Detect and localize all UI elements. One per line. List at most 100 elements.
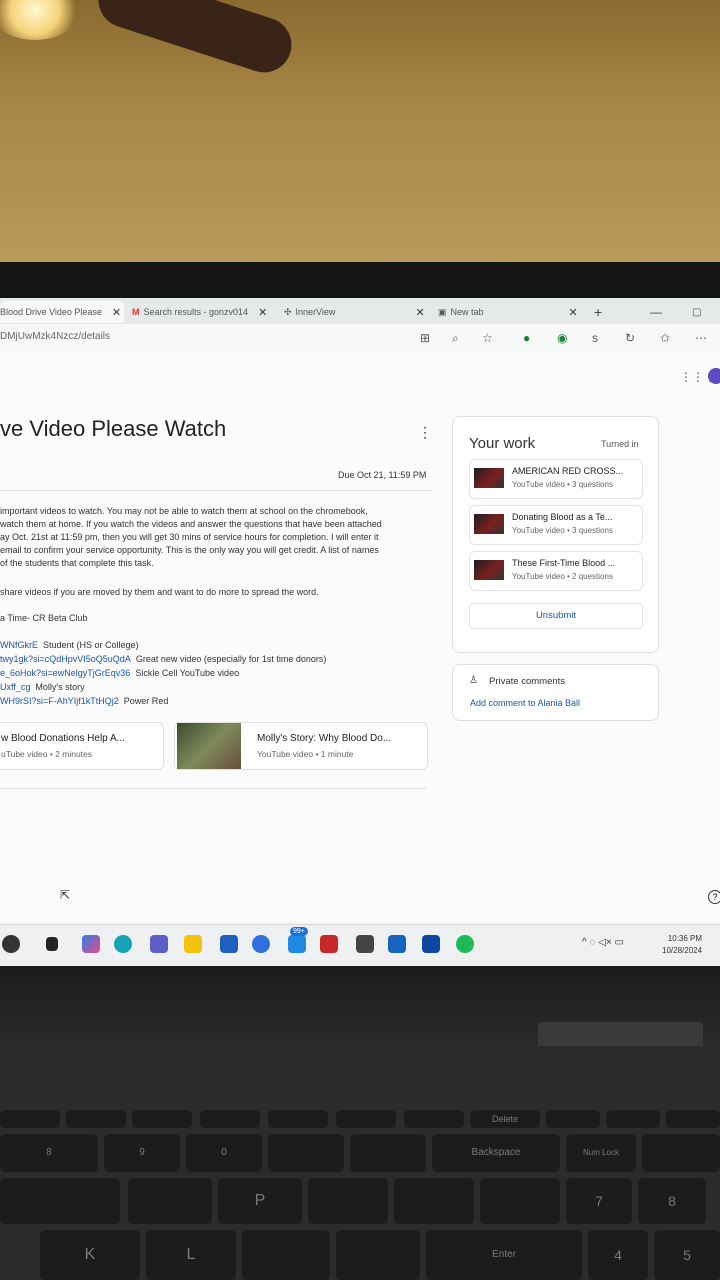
app-icon[interactable] bbox=[220, 935, 238, 953]
favorite-star-icon[interactable]: ☆ bbox=[482, 331, 493, 345]
key-9[interactable]: 9 bbox=[104, 1134, 180, 1172]
edge-icon[interactable] bbox=[114, 935, 132, 953]
key-slash[interactable] bbox=[642, 1134, 720, 1172]
tab-label: Search results - gonzv014 bbox=[143, 307, 249, 317]
innerview-icon: ✣ bbox=[284, 306, 292, 317]
clock-time: 10:36 PM bbox=[667, 934, 703, 943]
clock[interactable]: 10:36 PM 10/28/2024 bbox=[662, 933, 702, 957]
function-key[interactable] bbox=[404, 1110, 464, 1128]
copilot-icon[interactable] bbox=[82, 935, 100, 953]
attachment-subtitle: uTube video • 2 minutes bbox=[1, 749, 93, 759]
key-bracket[interactable] bbox=[394, 1178, 474, 1224]
key-8[interactable]: 8 bbox=[0, 1134, 98, 1172]
function-key[interactable] bbox=[200, 1110, 260, 1128]
function-key[interactable] bbox=[546, 1110, 600, 1128]
key-numpad-8[interactable]: 8 bbox=[638, 1178, 706, 1224]
task-view-icon[interactable] bbox=[46, 937, 58, 951]
key-backslash[interactable] bbox=[480, 1178, 560, 1224]
video-link[interactable]: Uxff_cg bbox=[0, 682, 30, 692]
work-item-title: These First-Time Blood ... bbox=[512, 558, 616, 568]
key-bracket[interactable] bbox=[308, 1178, 388, 1224]
calendar-icon[interactable] bbox=[388, 935, 406, 953]
function-key[interactable] bbox=[132, 1110, 192, 1128]
function-key[interactable] bbox=[606, 1110, 660, 1128]
s-extension-icon[interactable]: s bbox=[592, 331, 598, 345]
mail-icon[interactable] bbox=[288, 935, 306, 953]
key-minus[interactable] bbox=[268, 1134, 344, 1172]
video-link[interactable]: e_6oHok?si=ewNelgyTjGrEqv36 bbox=[0, 668, 130, 678]
new-tab-plus-icon[interactable]: + bbox=[594, 301, 602, 323]
url-text[interactable]: DMjUwMzk4Nzcz/details bbox=[0, 331, 110, 342]
key-k[interactable]: K bbox=[40, 1230, 140, 1280]
work-item[interactable]: These First-Time Blood ... YouTube video… bbox=[469, 551, 643, 591]
help-icon[interactable]: ? bbox=[708, 890, 720, 904]
refresh-extension-icon[interactable]: ↻ bbox=[625, 331, 635, 345]
system-tray-icons[interactable]: ^ ◌ ◁× ▭ bbox=[582, 937, 624, 948]
app-icon[interactable] bbox=[422, 935, 440, 953]
attachment-card[interactable]: w Blood Donations Help A... uTube video … bbox=[0, 722, 164, 770]
favorites-icon[interactable]: ✩ bbox=[660, 331, 670, 345]
app-icon[interactable] bbox=[320, 935, 338, 953]
restore-icon[interactable]: ▢ bbox=[692, 301, 701, 323]
function-key[interactable] bbox=[66, 1110, 126, 1128]
close-icon[interactable]: ✕ bbox=[258, 306, 267, 319]
close-icon[interactable]: ✕ bbox=[112, 306, 121, 319]
work-item-subtitle: YouTube video • 2 questions bbox=[512, 572, 613, 581]
app-icon[interactable] bbox=[356, 935, 374, 953]
video-link[interactable]: twy1gk?si=cQdHpvVI5oQ5uQdA bbox=[0, 654, 131, 664]
key-numpad-7[interactable]: 7 bbox=[566, 1178, 632, 1224]
work-item[interactable]: Donating Blood as a Te... YouTube video … bbox=[469, 505, 643, 545]
attachment-card[interactable]: Molly's Story: Why Blood Do... YouTube v… bbox=[174, 722, 428, 770]
key-p[interactable]: P bbox=[218, 1178, 302, 1224]
body-text: watch them at home. If you watch the vid… bbox=[0, 519, 382, 529]
spotify-icon[interactable] bbox=[456, 935, 474, 953]
delete-key[interactable]: Delete bbox=[470, 1110, 540, 1128]
enter-key[interactable]: Enter bbox=[426, 1230, 582, 1280]
function-key[interactable] bbox=[336, 1110, 396, 1128]
tab-new-tab[interactable]: ▣ New tab ✕ bbox=[438, 301, 584, 323]
video-link[interactable]: WNfGkrE bbox=[0, 640, 38, 650]
zoom-icon[interactable]: ⌕ bbox=[452, 331, 459, 346]
close-icon[interactable]: ✕ bbox=[416, 306, 425, 319]
key-equals[interactable] bbox=[350, 1134, 426, 1172]
teams-icon[interactable] bbox=[150, 935, 168, 953]
video-link-row: WH9rSI?si=F-AhYIjf1kTtHQj2 Power Red bbox=[0, 696, 168, 706]
tab-innerview[interactable]: ✣ InnerView ✕ bbox=[284, 301, 430, 323]
body-text: email to confirm your service opportunit… bbox=[0, 545, 379, 555]
key-numpad-4[interactable]: 4 bbox=[588, 1230, 648, 1280]
backspace-key[interactable]: Backspace bbox=[432, 1134, 560, 1172]
reader-view-icon[interactable]: ⊞ bbox=[420, 331, 430, 345]
minimize-icon[interactable]: — bbox=[650, 301, 662, 323]
function-key[interactable] bbox=[0, 1110, 60, 1128]
unsubmit-button[interactable]: Unsubmit bbox=[469, 603, 643, 629]
function-key[interactable] bbox=[666, 1110, 720, 1128]
close-icon[interactable]: ✕ bbox=[569, 306, 578, 319]
grammarly-icon[interactable]: ◉ bbox=[557, 331, 567, 345]
avatar[interactable] bbox=[708, 368, 720, 384]
more-icon[interactable]: ⋯ bbox=[695, 331, 707, 345]
add-comment-link[interactable]: Add comment to Alania Ball bbox=[470, 698, 580, 708]
function-key[interactable] bbox=[268, 1110, 328, 1128]
work-item[interactable]: AMERICAN RED CROSS... YouTube video • 3 … bbox=[469, 459, 643, 499]
file-explorer-icon[interactable] bbox=[184, 935, 202, 953]
attachment-subtitle: YouTube video • 1 minute bbox=[257, 749, 354, 759]
address-bar[interactable]: DMjUwMzk4Nzcz/details ⊞ ⌕ ☆ ● ◉ s ↻ ✩ ⋯ bbox=[0, 324, 720, 353]
video-link[interactable]: WH9rSI?si=F-AhYIjf1kTtHQj2 bbox=[0, 696, 119, 706]
tab-blood-drive[interactable]: Blood Drive Video Please ✕ bbox=[0, 301, 124, 323]
more-options-icon[interactable]: ⋮ bbox=[418, 424, 432, 441]
num-lock-key[interactable]: Num Lock bbox=[566, 1134, 636, 1172]
key-letter[interactable] bbox=[0, 1178, 120, 1224]
check-extension-icon[interactable]: ● bbox=[523, 331, 530, 345]
key-o[interactable] bbox=[128, 1178, 212, 1224]
tab-search-results[interactable]: M Search results - gonzv014 ✕ bbox=[132, 301, 272, 323]
key-numpad-5[interactable]: 5 bbox=[654, 1230, 720, 1280]
work-item-title: Donating Blood as a Te... bbox=[512, 512, 613, 522]
start-icon[interactable] bbox=[2, 935, 20, 953]
private-comments-heading: Private comments bbox=[489, 676, 566, 687]
app-icon[interactable] bbox=[252, 935, 270, 953]
key-quote[interactable] bbox=[336, 1230, 420, 1280]
key-l[interactable]: L bbox=[146, 1230, 236, 1280]
key-semicolon[interactable] bbox=[242, 1230, 330, 1280]
key-0[interactable]: 0 bbox=[186, 1134, 262, 1172]
video-thumbnail bbox=[474, 560, 504, 580]
